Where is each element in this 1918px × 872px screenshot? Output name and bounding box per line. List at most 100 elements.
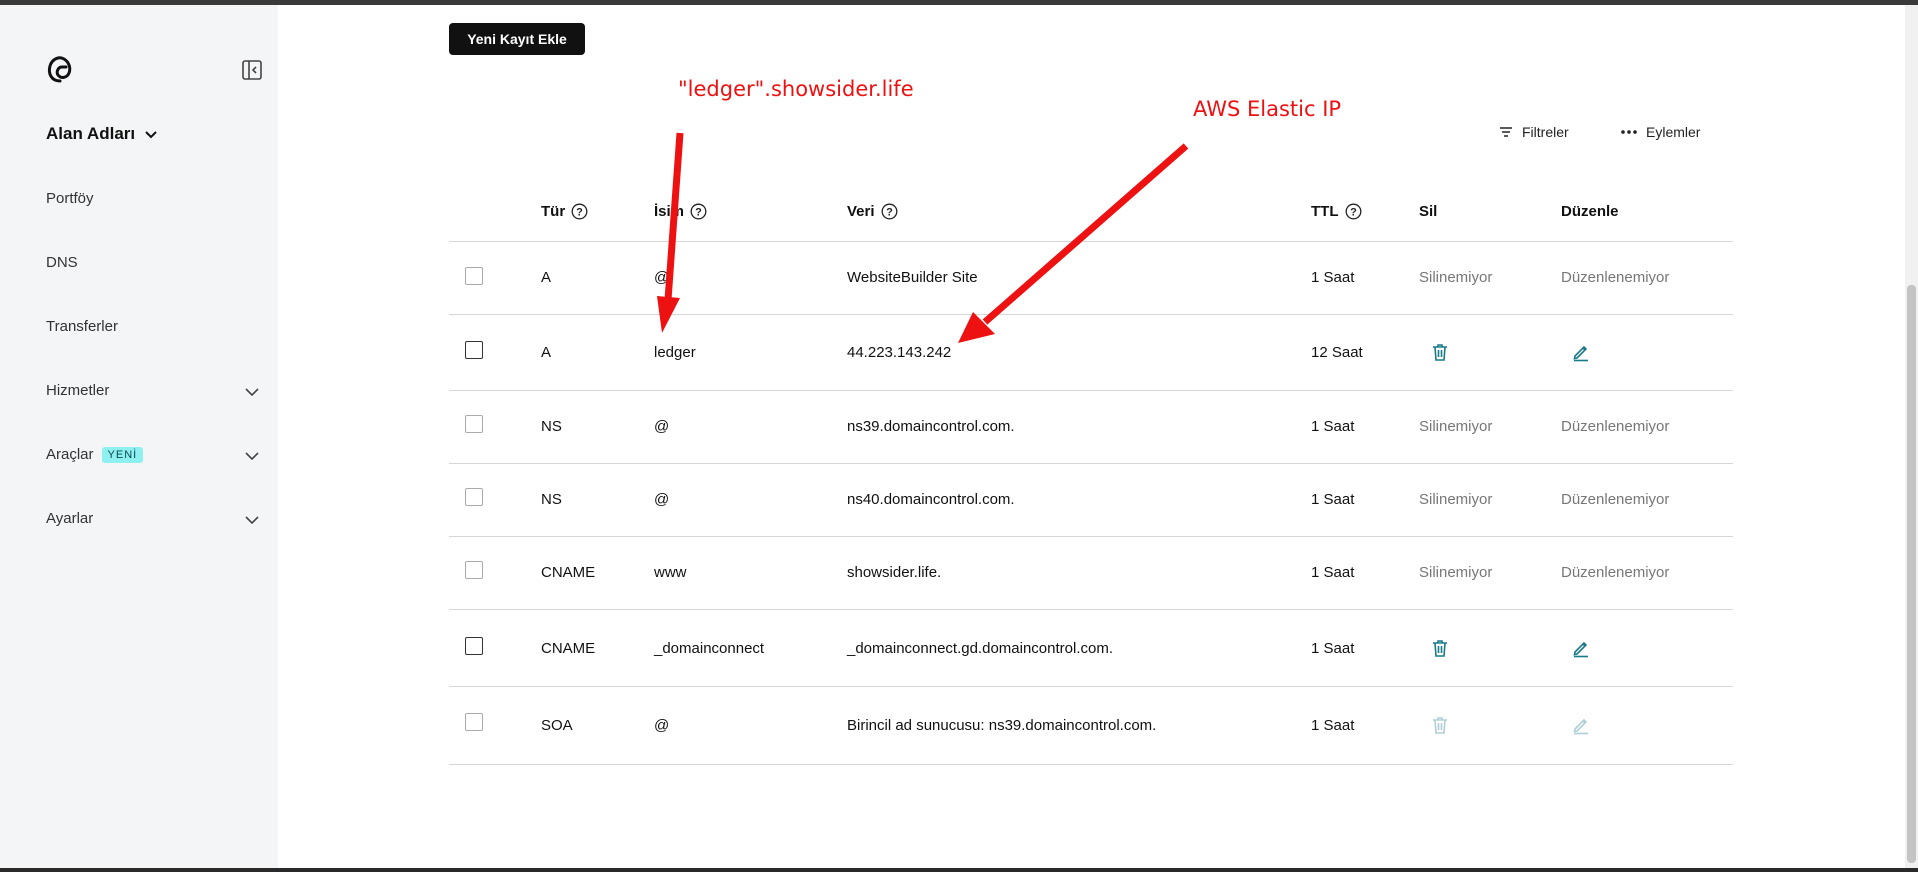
record-ttl: 1 Saat [1311,491,1355,508]
column-header-label: Düzenle [1561,203,1619,220]
sidebar-item-label: Ayarlar [46,510,94,527]
column-header-label: İsim [654,203,685,220]
svg-text:?: ? [886,207,893,219]
edit-status: Düzenlenemiyor [1561,564,1670,581]
record-data: showsider.life. [847,564,942,581]
annotation-aws-label: AWS Elastic IP [1193,97,1342,121]
record-name: _domainconnect [654,640,765,657]
filter-icon [1500,127,1512,137]
scrollbar-thumb[interactable] [1907,285,1916,863]
add-record-button[interactable]: Yeni Kayıt Ekle [449,23,585,55]
window-bottom-bar [0,868,1918,872]
row-checkbox[interactable] [465,267,483,285]
trash-icon[interactable] [1430,638,1450,658]
actions-label: Eylemler [1646,124,1701,140]
sidebar-item-portfolio[interactable]: Portföy [46,190,94,207]
chevron-down-icon[interactable] [244,448,260,464]
table-row: CNAME _domainconnect _domainconnect.gd.d… [449,610,1733,687]
filters-button[interactable]: Filtreler [1498,124,1569,140]
sidebar-item-label: Hizmetler [46,382,110,399]
sidebar-item-label: Transferler [46,318,118,335]
record-type: A [541,344,552,361]
record-data: _domainconnect.gd.domaincontrol.com. [847,640,1113,657]
svg-text:?: ? [1350,207,1357,219]
record-data: Birincil ad sunucusu: ns39.domaincontrol… [847,717,1157,734]
record-name: ledger [654,344,696,361]
sidebar-item-services[interactable]: Hizmetler [46,382,109,399]
svg-text:?: ? [695,207,702,219]
table-row: CNAME www showsider.life. 1 Saat Silinem… [449,537,1733,610]
delete-status: Silinemiyor [1419,269,1493,286]
chevron-down-icon[interactable] [244,512,260,528]
help-icon[interactable]: ? [571,203,588,220]
sidebar-item-settings[interactable]: Ayarlar [46,510,93,527]
record-data: WebsiteBuilder Site [847,269,978,286]
trash-icon[interactable] [1430,342,1450,362]
column-header-label: Tür [541,203,566,220]
logo-icon[interactable] [44,53,76,85]
record-type: NS [541,418,562,435]
record-ttl: 1 Saat [1311,418,1355,435]
pencil-icon[interactable] [1571,638,1591,658]
column-header-edit: Düzenle [1561,203,1619,220]
row-checkbox[interactable] [465,415,483,433]
svg-text:?: ? [576,207,583,219]
record-data: 44.223.143.242 [847,344,952,361]
help-icon[interactable]: ? [1345,203,1362,220]
row-checkbox[interactable] [465,341,483,359]
domains-section-label: Alan Adları [46,124,136,143]
record-ttl: 12 Saat [1311,344,1363,361]
column-header-label: Veri [847,203,875,220]
column-header-ttl[interactable]: TTL ? [1311,203,1362,220]
more-icon [1621,130,1637,134]
trash-icon [1433,717,1447,734]
record-data: ns40.domaincontrol.com. [847,491,1015,508]
sidebar-item-label: Portföy [46,190,94,207]
help-icon[interactable]: ? [690,203,707,220]
record-name: www [654,564,687,581]
pencil-icon [1573,718,1588,735]
record-name: @ [654,717,670,734]
sidebar-item-dns[interactable]: DNS [46,254,78,271]
row-checkbox[interactable] [465,561,483,579]
row-checkbox[interactable] [465,713,483,731]
record-name: @ [654,418,670,435]
record-type: SOA [541,717,573,734]
record-name: @ [654,491,670,508]
table-row: A @ WebsiteBuilder Site 1 Saat Silinemiy… [449,242,1733,315]
chevron-down-icon [145,131,157,139]
delete-status: Silinemiyor [1419,564,1493,581]
sidebar: Alan Adları Portföy DNS Transferler Hizm… [0,5,278,868]
window-top-bar [0,0,1918,5]
column-header-label: TTL [1311,203,1339,220]
chevron-down-icon[interactable] [244,384,260,400]
help-icon[interactable]: ? [881,203,898,220]
sidebar-item-tools[interactable]: Araçlar YENİ [46,446,144,463]
column-header-type[interactable]: Tür ? [541,203,588,220]
row-checkbox[interactable] [465,488,483,506]
delete-status: Silinemiyor [1419,491,1493,508]
pencil-icon[interactable] [1571,342,1591,362]
delete-status: Silinemiyor [1419,418,1493,435]
table-row: SOA @ Birincil ad sunucusu: ns39.domainc… [449,687,1733,765]
actions-button[interactable]: Eylemler [1620,124,1700,140]
record-ttl: 1 Saat [1311,564,1355,581]
record-type: CNAME [541,564,596,581]
sidebar-item-transfers[interactable]: Transferler [46,318,118,335]
record-ttl: 1 Saat [1311,717,1355,734]
record-ttl: 1 Saat [1311,640,1355,657]
table-row: A ledger 44.223.143.242 12 Saat [449,315,1733,391]
column-header-data[interactable]: Veri ? [847,203,898,220]
filters-label: Filtreler [1522,124,1569,140]
sidebar-item-label: Araçlar [46,446,94,463]
edit-status: Düzenlenemiyor [1561,418,1670,435]
domains-section-title[interactable]: Alan Adları [46,124,159,144]
record-type: NS [541,491,562,508]
record-type: A [541,269,552,286]
column-header-name[interactable]: İsim ? [654,203,707,220]
record-name: @ [654,269,670,286]
table-row: NS @ ns39.domaincontrol.com. 1 Saat Sili… [449,391,1733,464]
row-checkbox[interactable] [465,637,483,655]
record-type: CNAME [541,640,596,657]
collapse-sidebar-icon[interactable] [241,59,263,81]
